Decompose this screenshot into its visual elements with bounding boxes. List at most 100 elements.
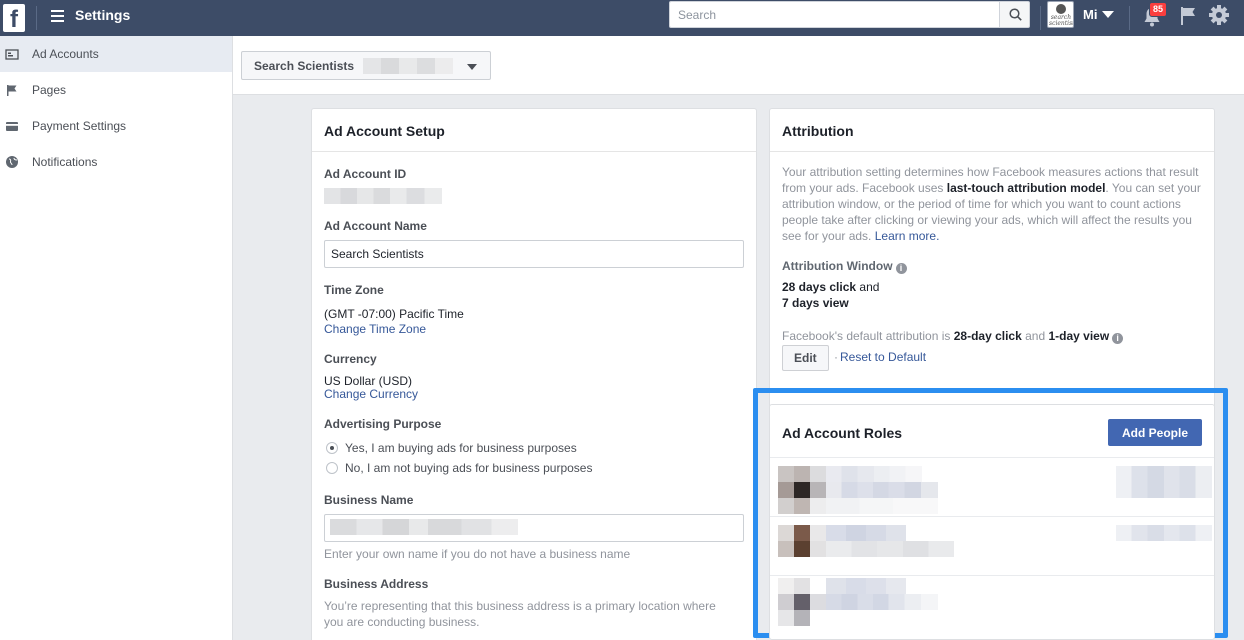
facebook-logo-icon[interactable]: f	[3, 4, 25, 32]
purpose-yes-label[interactable]: Yes, I am buying ads for business purpos…	[345, 441, 577, 455]
click-window-value: 28 days click	[782, 280, 857, 294]
default-view-value: 1-day view	[1048, 329, 1110, 343]
attribution-window-label: Attribution Window i	[782, 259, 907, 274]
info-icon[interactable]: i	[1112, 333, 1124, 344]
chevron-down-icon	[467, 64, 477, 70]
menu-icon[interactable]	[51, 10, 64, 22]
search-icon	[1009, 8, 1022, 21]
flag-icon	[7, 85, 17, 96]
info-icon[interactable]: i	[895, 263, 907, 274]
attribution-description: Your attribution setting determines how …	[782, 164, 1202, 244]
reset-to-default-link[interactable]: Reset to Default	[840, 350, 926, 364]
change-time-zone-link[interactable]: Change Time Zone	[324, 322, 426, 336]
business-address-help-line-1: You’re representing that this business a…	[324, 599, 716, 613]
attribution-model-name: last-touch attribution model	[946, 181, 1106, 195]
credit-card-icon	[6, 122, 18, 131]
divider	[1129, 6, 1130, 30]
time-zone-label: Time Zone	[324, 283, 384, 297]
redacted-pixel	[794, 578, 810, 594]
redacted-business-name	[330, 519, 518, 535]
edit-button[interactable]: Edit	[782, 345, 829, 371]
role-row[interactable]	[770, 457, 1214, 515]
sidebar-item-pages[interactable]: Pages	[0, 72, 232, 108]
redacted-pixel	[778, 594, 794, 610]
sidebar-item-label: Ad Accounts	[32, 47, 99, 61]
page-title: Settings	[75, 7, 131, 23]
add-people-button[interactable]: Add People	[1108, 419, 1203, 446]
default-click-value: 28-day click	[953, 329, 1022, 343]
redacted-name	[826, 466, 922, 482]
chevron-down-icon[interactable]	[1102, 11, 1114, 18]
learn-more-link[interactable]: Learn more.	[875, 229, 940, 243]
flag-icon[interactable]	[1179, 5, 1197, 27]
panel-title: Ad Account Setup	[312, 109, 756, 152]
ad-account-id-label: Ad Account ID	[324, 167, 407, 181]
change-currency-link[interactable]: Change Currency	[324, 387, 418, 401]
divider	[36, 6, 37, 30]
avatar-text: search scientists	[1049, 14, 1073, 27]
sidebar-item-payment-settings[interactable]: Payment Settings	[0, 108, 232, 144]
user-name[interactable]: Mi	[1083, 7, 1097, 22]
sidebar-item-notifications[interactable]: Notifications	[0, 144, 232, 180]
redacted-pixel	[778, 482, 794, 498]
redacted-pixel	[810, 482, 826, 498]
business-address-help-line-2: you are conducting business.	[324, 615, 480, 629]
and-text: and	[856, 280, 880, 294]
redacted-pixel	[794, 610, 810, 626]
business-name-label: Business Name	[324, 493, 414, 507]
business-name-field[interactable]	[324, 514, 744, 542]
search-button[interactable]	[999, 1, 1030, 28]
redacted-pixel	[794, 498, 810, 514]
currency-label: Currency	[324, 352, 377, 366]
redacted-pixel	[810, 541, 826, 557]
redacted-pixel	[778, 498, 794, 514]
purpose-no-radio[interactable]	[326, 462, 338, 474]
role-row[interactable]	[770, 575, 1214, 633]
advertising-purpose-label: Advertising Purpose	[324, 417, 442, 431]
and-text: and	[1021, 329, 1049, 343]
sidebar-item-ad-accounts[interactable]: Ad Accounts	[0, 36, 232, 72]
redacted-name	[826, 578, 906, 594]
redacted-pixel	[778, 541, 794, 557]
role-row[interactable]	[770, 516, 1214, 574]
panel-title: Attribution	[770, 109, 1214, 152]
redacted-pixel	[794, 482, 810, 498]
attribution-panel: Attribution Your attribution setting det…	[769, 108, 1215, 408]
ad-account-selector[interactable]: Search Scientists	[241, 51, 491, 80]
notification-count-badge: 85	[1149, 2, 1168, 17]
redacted-ad-account-id	[324, 188, 442, 204]
gear-icon[interactable]	[1208, 4, 1230, 26]
redacted-name	[826, 525, 906, 541]
redacted-pixel	[810, 466, 826, 482]
search-input[interactable]	[669, 1, 999, 28]
attribution-window-click: 28 days click and	[782, 280, 879, 294]
redacted-email	[826, 541, 954, 557]
redacted-name	[826, 482, 938, 498]
avatar[interactable]: search scientists	[1047, 1, 1074, 28]
redacted-pixel	[794, 525, 810, 541]
avatar	[778, 525, 794, 541]
top-navigation-bar: f Settings search scientists Mi 85	[0, 0, 1244, 36]
separator: ·	[834, 350, 838, 364]
redacted-pixel	[810, 525, 826, 541]
ad-account-name-label: Ad Account Name	[324, 219, 427, 233]
ad-account-selector-label: Search Scientists	[254, 59, 355, 73]
default-prefix: Facebook's default attribution is	[782, 329, 954, 343]
purpose-no-label[interactable]: No, I am not buying ads for business pur…	[345, 461, 592, 475]
business-address-label: Business Address	[324, 577, 429, 591]
redacted-role	[1116, 525, 1212, 541]
ad-account-setup-panel: Ad Account Setup Ad Account ID Ad Accoun…	[311, 108, 757, 640]
redacted-pixel	[778, 610, 794, 626]
redacted-pixel	[810, 594, 826, 610]
attribution-window-view: 7 days view	[782, 296, 849, 310]
sidebar-item-label: Notifications	[32, 155, 98, 169]
redacted-pixel	[794, 594, 810, 610]
ad-account-name-field[interactable]	[324, 240, 744, 268]
purpose-yes-radio[interactable]	[326, 442, 338, 454]
avatar	[778, 578, 794, 594]
currency-value: US Dollar (USD)	[324, 374, 413, 388]
ad-accounts-icon	[5, 49, 19, 60]
redacted-pixel	[794, 466, 810, 482]
sidebar-item-label: Payment Settings	[32, 119, 127, 133]
globe-icon	[6, 156, 18, 168]
